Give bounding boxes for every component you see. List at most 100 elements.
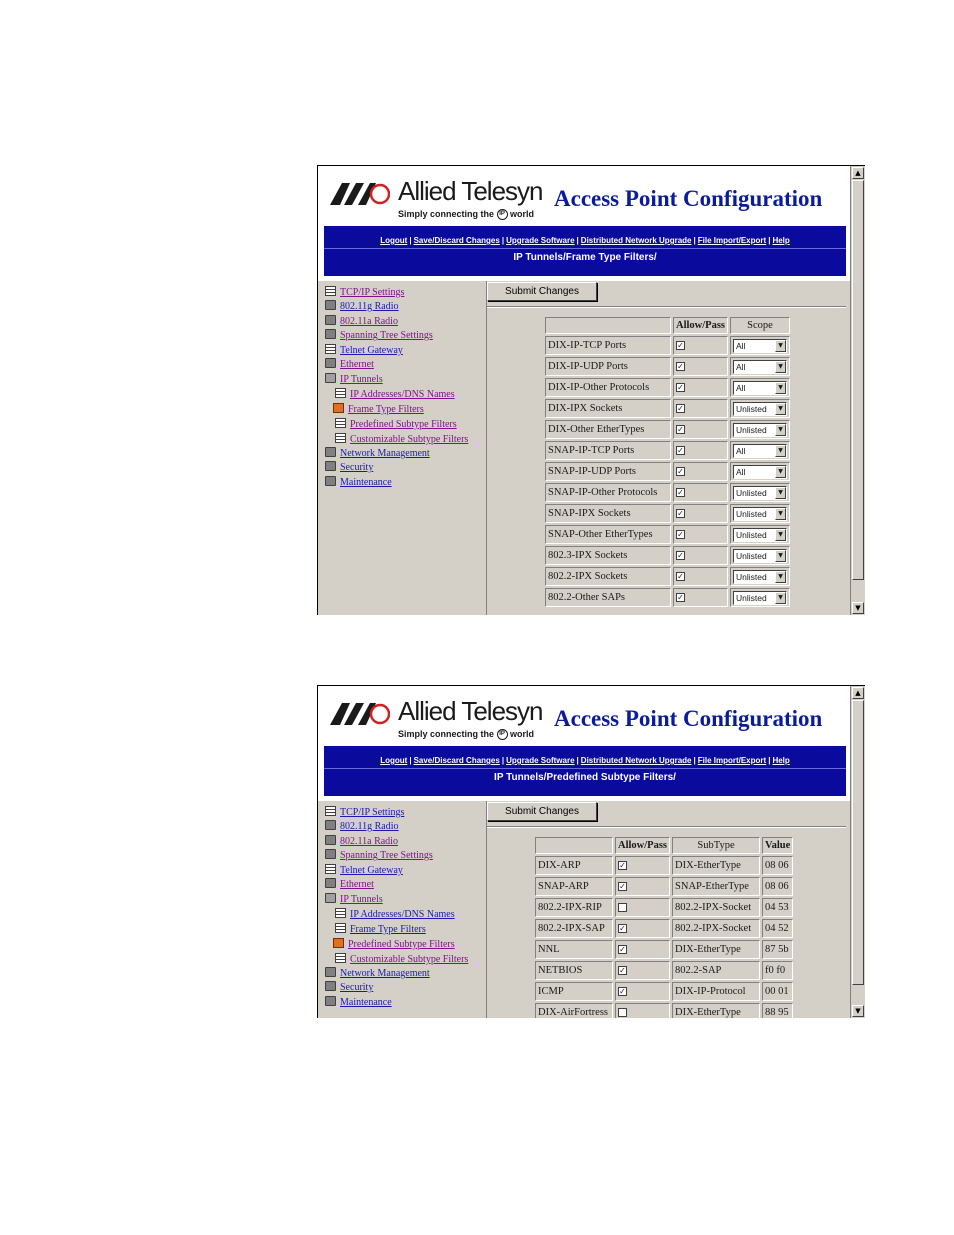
allow-pass-checkbox[interactable]: ✓ — [676, 383, 685, 393]
chevron-down-icon[interactable]: ▼ — [775, 360, 787, 373]
allow-pass-checkbox[interactable] — [618, 903, 627, 913]
chevron-down-icon[interactable]: ▼ — [775, 444, 787, 457]
scroll-up-icon[interactable]: ▲ — [852, 167, 864, 179]
sidebar-item-network-mgmt[interactable]: Network Management — [325, 967, 430, 980]
scope-select[interactable]: Unlisted ▼ — [733, 548, 788, 563]
allow-pass-checkbox[interactable]: ✓ — [676, 593, 685, 603]
sidebar-item-radio-g[interactable]: 802.11g Radio — [325, 300, 399, 313]
allow-pass-checkbox[interactable]: ✓ — [676, 572, 685, 582]
scope-select[interactable]: All ▼ — [733, 359, 788, 374]
sidebar-item-ethernet[interactable]: Ethernet — [325, 358, 374, 371]
allow-pass-checkbox[interactable]: ✓ — [618, 861, 627, 871]
sidebar-item-tcpip[interactable]: TCP/IP Settings — [325, 286, 404, 299]
scroll-thumb[interactable] — [852, 180, 864, 580]
scope-select[interactable]: Unlisted ▼ — [733, 527, 788, 542]
chevron-down-icon[interactable]: ▼ — [775, 423, 787, 436]
filter-name-cell: ICMP — [535, 982, 613, 1001]
sidebar-item-predefined[interactable]: Predefined Subtype Filters — [333, 938, 455, 951]
allow-pass-checkbox[interactable]: ✓ — [676, 488, 685, 498]
scope-select[interactable]: All ▼ — [733, 380, 788, 395]
scope-select[interactable]: Unlisted ▼ — [733, 485, 788, 500]
allow-pass-checkbox[interactable]: ✓ — [676, 446, 685, 456]
chevron-down-icon[interactable]: ▼ — [775, 402, 787, 415]
help-link[interactable]: Help — [772, 756, 789, 765]
chevron-down-icon[interactable]: ▼ — [775, 528, 787, 541]
logout-link[interactable]: Logout — [380, 236, 407, 245]
sidebar-item-telnet[interactable]: Telnet Gateway — [325, 344, 403, 357]
allow-pass-checkbox[interactable]: ✓ — [676, 551, 685, 561]
upgrade-software-link[interactable]: Upgrade Software — [506, 236, 574, 245]
scroll-thumb[interactable] — [852, 700, 864, 985]
chevron-down-icon[interactable]: ▼ — [775, 339, 787, 352]
allow-pass-checkbox[interactable]: ✓ — [676, 467, 685, 477]
save-discard-link[interactable]: Save/Discard Changes — [414, 756, 500, 765]
scroll-down-icon[interactable]: ▼ — [852, 1005, 864, 1017]
sidebar-item-telnet[interactable]: Telnet Gateway — [325, 864, 403, 877]
save-discard-link[interactable]: Save/Discard Changes — [414, 236, 500, 245]
scope-select[interactable]: Unlisted ▼ — [733, 569, 788, 584]
chevron-down-icon[interactable]: ▼ — [775, 381, 787, 394]
main-panel: Submit Changes Allow/Pass Scope DIX-IP-T… — [487, 281, 850, 615]
sidebar-item-spanning-tree[interactable]: Spanning Tree Settings — [325, 329, 433, 342]
allow-pass-checkbox[interactable]: ✓ — [618, 987, 627, 997]
scope-select[interactable]: Unlisted ▼ — [733, 401, 788, 416]
chevron-down-icon[interactable]: ▼ — [775, 507, 787, 520]
scroll-up-icon[interactable]: ▲ — [852, 687, 864, 699]
distributed-upgrade-link[interactable]: Distributed Network Upgrade — [581, 756, 692, 765]
sidebar-item-spanning-tree[interactable]: Spanning Tree Settings — [325, 849, 433, 862]
scope-select[interactable]: Unlisted ▼ — [733, 590, 788, 605]
allow-pass-checkbox[interactable]: ✓ — [618, 924, 627, 934]
sidebar-item-frame-type[interactable]: Frame Type Filters — [333, 403, 424, 416]
sidebar-item-ethernet[interactable]: Ethernet — [325, 878, 374, 891]
file-import-export-link[interactable]: File Import/Export — [698, 236, 766, 245]
chevron-down-icon[interactable]: ▼ — [775, 486, 787, 499]
scope-select[interactable]: All ▼ — [733, 464, 788, 479]
sidebar-item-ip-addresses[interactable]: IP Addresses/DNS Names — [335, 908, 455, 921]
chevron-down-icon[interactable]: ▼ — [775, 570, 787, 583]
sidebar-item-predefined[interactable]: Predefined Subtype Filters — [335, 418, 457, 431]
allow-pass-checkbox[interactable]: ✓ — [618, 945, 627, 955]
scope-select[interactable]: Unlisted ▼ — [733, 422, 788, 437]
help-link[interactable]: Help — [772, 236, 789, 245]
sidebar-item-customizable[interactable]: Customizable Subtype Filters — [335, 953, 468, 966]
submit-changes-button[interactable]: Submit Changes — [487, 282, 597, 301]
scope-select[interactable]: All ▼ — [733, 338, 788, 353]
scope-select[interactable]: Unlisted ▼ — [733, 506, 788, 521]
distributed-upgrade-link[interactable]: Distributed Network Upgrade — [581, 236, 692, 245]
scope-select[interactable]: All ▼ — [733, 443, 788, 458]
scroll-down-icon[interactable]: ▼ — [852, 602, 864, 614]
allow-pass-checkbox[interactable]: ✓ — [618, 882, 627, 892]
sidebar-item-maintenance[interactable]: Maintenance — [325, 476, 392, 489]
chevron-down-icon[interactable]: ▼ — [775, 549, 787, 562]
sidebar-item-customizable[interactable]: Customizable Subtype Filters — [335, 433, 468, 446]
allow-pass-checkbox[interactable]: ✓ — [676, 509, 685, 519]
chevron-down-icon[interactable]: ▼ — [775, 591, 787, 604]
sidebar-item-ip-addresses[interactable]: IP Addresses/DNS Names — [335, 388, 455, 401]
sidebar-item-security[interactable]: Security — [325, 981, 373, 994]
allow-pass-checkbox[interactable]: ✓ — [676, 341, 685, 351]
upgrade-software-link[interactable]: Upgrade Software — [506, 756, 574, 765]
submit-changes-button[interactable]: Submit Changes — [487, 802, 597, 821]
sidebar-item-maintenance[interactable]: Maintenance — [325, 996, 392, 1009]
chevron-down-icon[interactable]: ▼ — [775, 465, 787, 478]
allow-pass-checkbox[interactable]: ✓ — [676, 530, 685, 540]
sidebar-item-tcpip[interactable]: TCP/IP Settings — [325, 806, 404, 819]
vertical-scrollbar[interactable]: ▲ ▼ — [850, 166, 865, 615]
sidebar-item-network-mgmt[interactable]: Network Management — [325, 447, 430, 460]
allow-pass-checkbox[interactable]: ✓ — [618, 966, 627, 976]
sidebar-item-ip-tunnels[interactable]: IP Tunnels — [325, 373, 383, 386]
sidebar-item-radio-a[interactable]: 802.11a Radio — [325, 315, 398, 328]
sidebar-item-radio-a[interactable]: 802.11a Radio — [325, 835, 398, 848]
allow-pass-checkbox[interactable] — [618, 1008, 627, 1018]
page-icon — [325, 806, 336, 816]
allow-pass-checkbox[interactable]: ✓ — [676, 362, 685, 372]
sidebar-item-radio-g[interactable]: 802.11g Radio — [325, 820, 399, 833]
vertical-scrollbar[interactable]: ▲ ▼ — [850, 686, 865, 1018]
allow-pass-checkbox[interactable]: ✓ — [676, 404, 685, 414]
sidebar-item-frame-type[interactable]: Frame Type Filters — [335, 923, 426, 936]
sidebar-item-security[interactable]: Security — [325, 461, 373, 474]
logout-link[interactable]: Logout — [380, 756, 407, 765]
allow-pass-checkbox[interactable]: ✓ — [676, 425, 685, 435]
sidebar-item-ip-tunnels[interactable]: IP Tunnels — [325, 893, 383, 906]
file-import-export-link[interactable]: File Import/Export — [698, 756, 766, 765]
